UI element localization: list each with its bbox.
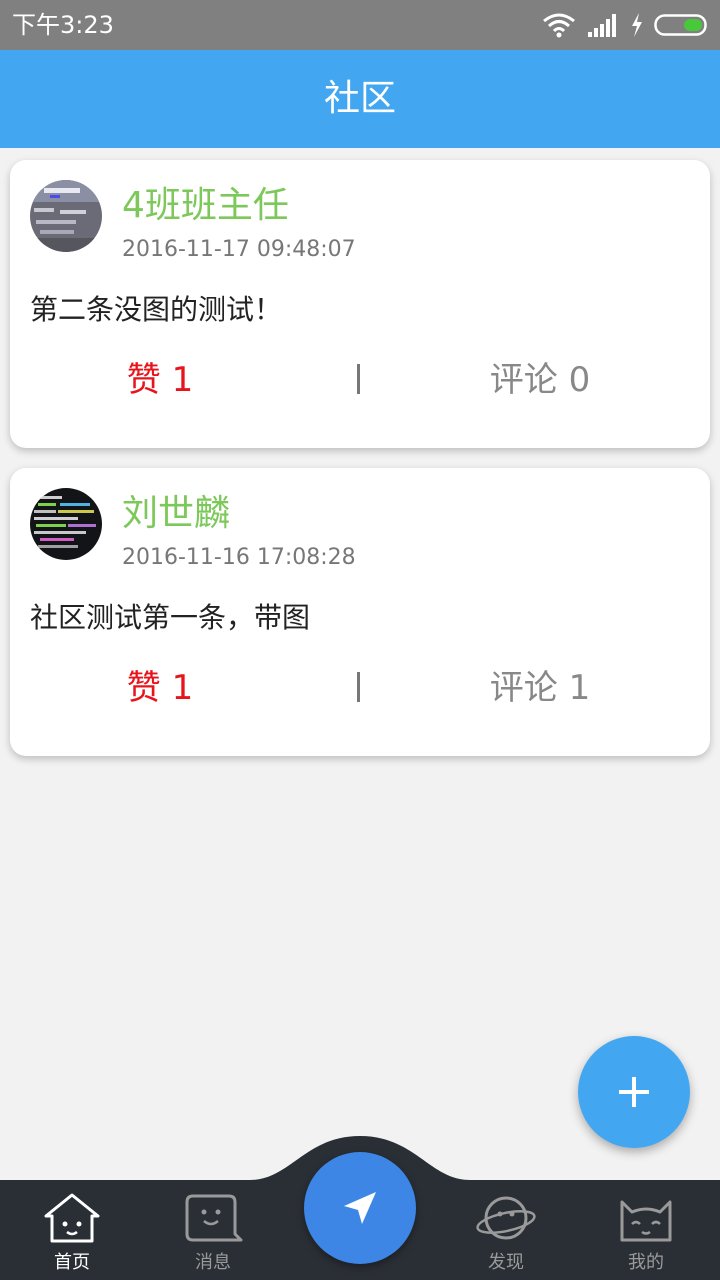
signal-icon	[586, 12, 620, 38]
post-actions: 赞 1 评论 0	[10, 356, 710, 404]
wifi-icon	[542, 12, 576, 38]
nav-label: 发现	[488, 1252, 524, 1273]
nav-label: 消息	[195, 1252, 231, 1273]
like-button[interactable]: 赞 1	[10, 356, 310, 404]
home-icon	[44, 1193, 100, 1243]
status-bar: 下午3:23	[0, 0, 720, 50]
code-screen-avatar	[30, 488, 102, 560]
comment-button[interactable]: 评论 1	[390, 664, 690, 712]
nav-item-home[interactable]: 首页	[0, 1180, 144, 1280]
nav-item-messages[interactable]: 消息	[141, 1180, 285, 1280]
nav-item-discover[interactable]: 发现	[434, 1180, 578, 1280]
app-bar: 社区	[0, 50, 720, 148]
author-name[interactable]: 刘世麟	[122, 492, 230, 536]
plus-icon	[619, 1077, 649, 1107]
comment-button[interactable]: 评论 0	[390, 356, 690, 404]
nav-label: 首页	[54, 1252, 90, 1273]
status-icons	[542, 10, 710, 40]
charging-icon	[630, 12, 644, 38]
cat-icon	[620, 1200, 672, 1242]
planet-icon	[476, 1196, 536, 1240]
message-icon	[185, 1194, 243, 1242]
post-text: 第二条没图的测试！	[30, 293, 283, 326]
nav-item-profile[interactable]: 我的	[574, 1180, 718, 1280]
action-divider	[357, 672, 360, 702]
send-button[interactable]	[304, 1152, 416, 1264]
post-actions: 赞 1 评论 1	[10, 664, 710, 712]
post-text: 社区测试第一条，带图	[30, 601, 311, 634]
action-divider	[357, 364, 360, 394]
avatar[interactable]	[30, 180, 102, 252]
post-card[interactable]: 刘世麟 2016-11-16 17:08:28 社区测试第一条，带图 赞 1 评…	[10, 468, 710, 756]
bottom-nav: 首页 消息 发现 我的	[0, 1130, 720, 1280]
password-screen-avatar	[30, 180, 102, 252]
status-time: 下午3:23	[12, 11, 114, 39]
post-time: 2016-11-16 17:08:28	[122, 545, 356, 570]
author-name[interactable]: 4班班主任	[122, 184, 289, 228]
post-card[interactable]: 4班班主任 2016-11-17 09:48:07 第二条没图的测试！ 赞 1 …	[10, 160, 710, 448]
page-title: 社区	[323, 78, 396, 119]
avatar[interactable]	[30, 488, 102, 560]
send-arrow-icon	[344, 1192, 376, 1224]
post-time: 2016-11-17 09:48:07	[122, 237, 356, 262]
like-button[interactable]: 赞 1	[10, 664, 310, 712]
nav-label: 我的	[628, 1252, 664, 1273]
battery-icon	[654, 13, 710, 37]
